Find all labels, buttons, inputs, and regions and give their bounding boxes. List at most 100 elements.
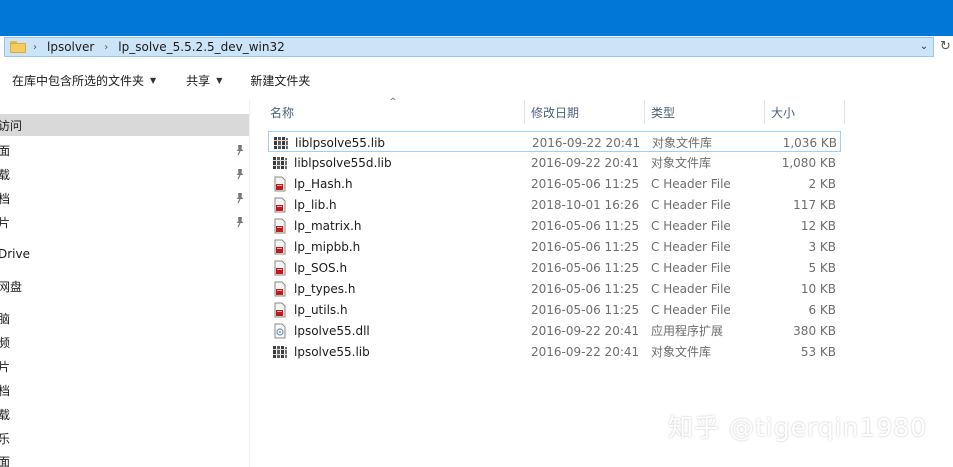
new-folder-button[interactable]: 新建文件夹 (244, 68, 316, 92)
address-row: › lpsolver › lp_solve_5.5.2.5_dev_win32 … (0, 36, 953, 58)
column-header-date[interactable]: 修改日期 (531, 100, 643, 124)
address-bar[interactable]: › lpsolver › lp_solve_5.5.2.5_dev_win32 … (4, 37, 934, 57)
column-header-name[interactable]: 名称 (270, 100, 522, 124)
pin-icon[interactable] (233, 215, 247, 229)
column-divider[interactable] (644, 100, 645, 124)
file-name: lp_utils.h (294, 302, 348, 317)
dll-file-icon (272, 323, 288, 339)
file-size: 117 KB (793, 197, 836, 212)
nav-item-label: 载 (0, 166, 10, 183)
nav-item-label: 网盘 (0, 279, 23, 294)
nav-item[interactable]: 片 (0, 355, 249, 377)
table-row[interactable]: lp_types.h 2016-05-06 11:25 C Header Fil… (268, 278, 841, 299)
lib-file-icon (273, 135, 289, 151)
nav-item-netdisk[interactable]: 网盘 (0, 275, 249, 297)
table-row[interactable]: lp_SOS.h 2016-05-06 11:25 C Header File … (268, 257, 841, 278)
file-size: 1,080 KB (781, 155, 836, 170)
nav-item-label: 面 (0, 142, 10, 159)
file-size: 53 KB (800, 344, 836, 359)
file-type: C Header File (651, 176, 731, 191)
column-header-label: 名称 (270, 105, 295, 120)
lib-file-icon (272, 344, 288, 360)
chevron-right-icon[interactable]: › (26, 42, 44, 53)
file-date: 2016-09-22 20:41 (532, 135, 641, 150)
file-type: C Header File (651, 302, 731, 317)
nav-item-onedrive[interactable]: Drive (0, 243, 249, 265)
column-header-label: 类型 (651, 105, 676, 120)
nav-item[interactable]: 乐 (0, 427, 249, 449)
table-row[interactable]: lpsolve55.lib 2016-09-22 20:41 对象文件库 53 … (268, 341, 841, 362)
nav-item[interactable]: 载 (0, 403, 249, 425)
file-type: C Header File (651, 197, 731, 212)
file-name: lp_lib.h (294, 197, 337, 212)
file-date: 2018-10-01 16:26 (531, 197, 640, 212)
chevron-down-icon[interactable]: ⌄ (917, 40, 931, 54)
file-type: 对象文件库 (652, 136, 713, 150)
caret-down-icon: ▼ (150, 75, 157, 85)
header-file-icon (272, 302, 288, 318)
nav-item-label: 频 (0, 334, 10, 351)
nav-item-label: 载 (0, 406, 10, 423)
nav-item-label: 片 (0, 358, 10, 375)
file-name: lp_matrix.h (294, 218, 362, 233)
file-type: C Header File (651, 281, 731, 296)
column-divider[interactable] (764, 100, 765, 124)
nav-item-quick-access[interactable]: 访问 (0, 114, 249, 136)
pin-icon[interactable] (233, 191, 247, 205)
file-size: 1,036 KB (782, 135, 837, 150)
table-row[interactable]: lp_Hash.h 2016-05-06 11:25 C Header File… (268, 173, 841, 194)
nav-item[interactable]: 片 (0, 211, 249, 233)
new-folder-label: 新建文件夹 (250, 73, 311, 88)
folder-icon (10, 41, 26, 53)
column-header-label: 修改日期 (531, 105, 580, 120)
nav-item[interactable]: 频 (0, 331, 249, 353)
nav-item-label: Drive (0, 247, 30, 261)
nav-item-this-pc[interactable]: 脑 (0, 307, 249, 329)
breadcrumb-segment[interactable]: lp_solve_5.5.2.5_dev_win32 (115, 40, 287, 54)
file-date: 2016-05-06 11:25 (531, 260, 640, 275)
column-divider[interactable] (844, 100, 845, 124)
nav-item[interactable]: 面 (0, 450, 249, 467)
file-date: 2016-09-22 20:41 (531, 155, 640, 170)
table-row[interactable]: liblpsolve55.lib 2016-09-22 20:41 对象文件库 … (268, 131, 841, 152)
file-name: liblpsolve55.lib (295, 135, 386, 150)
nav-item[interactable]: 面 (0, 139, 249, 161)
nav-item[interactable]: 档 (0, 187, 249, 209)
header-file-icon (272, 218, 288, 234)
nav-item-label: 脑 (0, 310, 10, 327)
table-row[interactable]: lp_matrix.h 2016-05-06 11:25 C Header Fi… (268, 215, 841, 236)
refresh-icon[interactable]: ↻ (940, 39, 953, 55)
title-bar (0, 0, 953, 36)
include-in-library-button[interactable]: 在库中包含所选的文件夹 ▼ (6, 68, 162, 92)
nav-item[interactable]: 档 (0, 379, 249, 401)
column-header-type[interactable]: 类型 (651, 100, 763, 124)
table-row[interactable]: lpsolve55.dll 2016-09-22 20:41 应用程序扩展 38… (268, 320, 841, 341)
file-size: 6 KB (808, 302, 836, 317)
table-row[interactable]: lp_utils.h 2016-05-06 11:25 C Header Fil… (268, 299, 841, 320)
table-row[interactable]: liblpsolve55d.lib 2016-09-22 20:41 对象文件库… (268, 152, 841, 173)
column-divider[interactable] (524, 100, 525, 124)
nav-item-label: 档 (0, 382, 10, 399)
header-file-icon (272, 176, 288, 192)
file-name: lp_Hash.h (294, 176, 353, 191)
file-size: 2 KB (808, 176, 836, 191)
breadcrumb-segment[interactable]: lpsolver (44, 40, 97, 54)
header-file-icon (272, 197, 288, 213)
include-in-library-label: 在库中包含所选的文件夹 (12, 73, 145, 88)
column-header-size[interactable]: 大小 (771, 100, 843, 124)
pin-icon[interactable] (233, 143, 247, 157)
share-button[interactable]: 共享 ▼ (180, 68, 228, 92)
navigation-pane: 访问 面 载 档 片 Drive 网盘 脑 频 片 档 载 乐 面 (0, 100, 250, 467)
pin-icon[interactable] (233, 167, 247, 181)
table-row[interactable]: lp_mipbb.h 2016-05-06 11:25 C Header Fil… (268, 236, 841, 257)
nav-item[interactable]: 载 (0, 163, 249, 185)
caret-down-icon: ▼ (216, 75, 223, 85)
file-type: 对象文件库 (651, 156, 712, 170)
toolbar: 在库中包含所选的文件夹 ▼ 共享 ▼ 新建文件夹 (0, 60, 953, 100)
file-date: 2016-05-06 11:25 (531, 239, 640, 254)
file-date: 2016-09-22 20:41 (531, 344, 640, 359)
file-name: lp_mipbb.h (294, 239, 361, 254)
table-row[interactable]: lp_lib.h 2018-10-01 16:26 C Header File … (268, 194, 841, 215)
chevron-right-icon[interactable]: › (97, 42, 115, 53)
nav-item-label: 乐 (0, 430, 10, 447)
